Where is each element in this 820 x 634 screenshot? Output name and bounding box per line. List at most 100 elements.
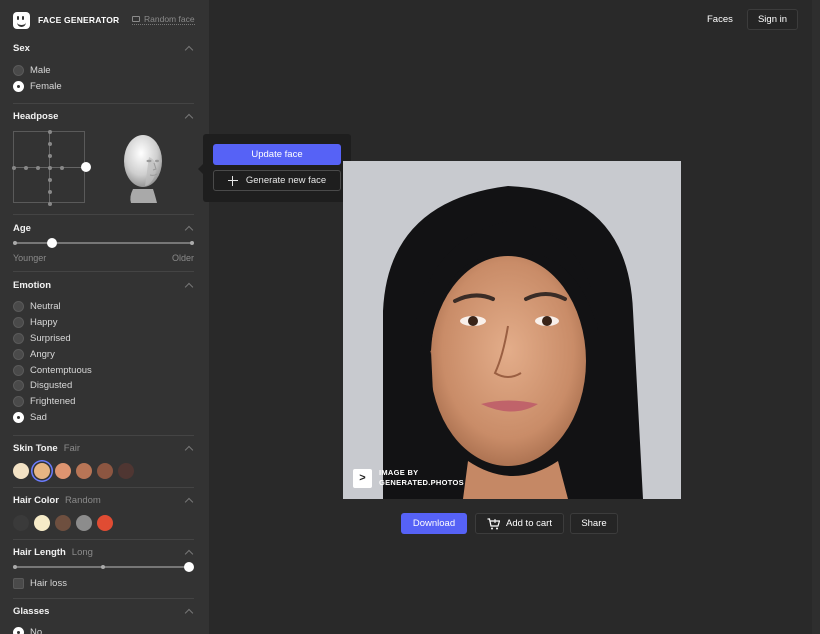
emotion-option-sad[interactable]: Sad (13, 410, 194, 426)
option-label: Sad (30, 411, 47, 423)
radio-button[interactable] (13, 364, 24, 376)
headpose-handle[interactable] (81, 162, 91, 172)
hair-length-title: Hair Length (13, 546, 66, 558)
emotion-option-disgusted[interactable]: Disgusted (13, 378, 194, 394)
sign-in-button[interactable]: Sign in (747, 9, 798, 30)
radio-button[interactable] (13, 396, 24, 408)
option-label: Happy (30, 317, 58, 329)
sex-header[interactable]: Sex (13, 41, 194, 55)
page-scrollbar[interactable] (812, 0, 820, 634)
color-swatch[interactable] (55, 463, 71, 479)
skin-tone-header[interactable]: Skin Tone Fair (13, 441, 194, 455)
age-slider[interactable] (13, 237, 194, 249)
sex-option-female[interactable]: Female (13, 79, 194, 95)
option-label: Surprised (30, 332, 71, 344)
checkbox[interactable] (13, 578, 24, 590)
color-swatch[interactable] (118, 463, 134, 479)
radio-button[interactable] (13, 65, 24, 77)
slider-thumb[interactable] (47, 238, 58, 248)
emotion-option-surprised[interactable]: Surprised (13, 331, 194, 347)
share-button[interactable]: Share (570, 513, 618, 534)
headpose-header[interactable]: Headpose (13, 109, 194, 123)
hair-length-section: Hair Length Long Hair loss (13, 545, 194, 592)
add-to-cart-label: Add to cart (506, 518, 552, 529)
chevron-up-icon (184, 549, 194, 558)
age-min-label: Younger (13, 253, 47, 263)
grid-dot (36, 166, 40, 170)
generated-photos-logo-icon: > (353, 468, 372, 488)
skin-tone-section: Skin Tone Fair (13, 441, 194, 479)
age-slider-labels: Younger Older (13, 253, 194, 263)
radio-button[interactable] (13, 380, 24, 392)
color-swatch[interactable] (76, 515, 92, 531)
random-face-link[interactable]: Random face (132, 14, 195, 25)
hair-color-header[interactable]: Hair Color Random (13, 493, 194, 507)
glasses-option-no[interactable]: No (13, 625, 194, 634)
face-illustration (343, 161, 681, 499)
face-logo-icon (13, 11, 30, 29)
emotion-header[interactable]: Emotion (13, 278, 194, 292)
update-face-button[interactable]: Update face (213, 144, 341, 165)
color-swatch[interactable] (76, 463, 92, 479)
emotion-option-frightened[interactable]: Frightened (13, 394, 194, 410)
glasses-section: Glasses No (13, 604, 194, 634)
hair-color-title: Hair Color (13, 494, 59, 506)
emotion-section: Emotion Neutral Happy Surprised Angry Co… (13, 278, 194, 425)
hair-color-swatches (13, 515, 194, 531)
glasses-header[interactable]: Glasses (13, 604, 194, 618)
download-button[interactable]: Download (401, 513, 467, 534)
radio-button[interactable] (13, 301, 24, 313)
grid-dot (48, 202, 52, 206)
hair-length-slider[interactable] (13, 561, 194, 573)
headpose-grid[interactable] (12, 130, 91, 206)
color-swatch[interactable] (13, 515, 29, 531)
radio-button[interactable] (13, 317, 24, 329)
slider-stop (13, 565, 17, 569)
watermark-line2: GENERATED.PHOTOS (379, 478, 464, 487)
hair-loss-option[interactable]: Hair loss (13, 576, 194, 592)
age-header[interactable]: Age (13, 221, 194, 235)
divider (13, 271, 194, 272)
headpose-title: Headpose (13, 110, 59, 122)
brand[interactable]: FACE GENERATOR (13, 11, 119, 29)
grid-dot (48, 130, 52, 134)
chevron-up-icon (184, 445, 194, 454)
emotion-option-angry[interactable]: Angry (13, 346, 194, 362)
radio-button[interactable] (13, 332, 24, 344)
slider-stop (13, 241, 17, 245)
nav-faces-link[interactable]: Faces (707, 14, 733, 25)
color-swatch[interactable] (55, 515, 71, 531)
radio-button-selected[interactable] (13, 81, 24, 93)
chevron-up-icon (184, 497, 194, 506)
emotion-option-happy[interactable]: Happy (13, 315, 194, 331)
option-label: Angry (30, 348, 55, 360)
option-label: Contemptuous (30, 364, 92, 376)
option-label: No (30, 627, 43, 634)
add-to-cart-button[interactable]: Add to cart (475, 513, 564, 534)
hair-color-section: Hair Color Random (13, 493, 194, 531)
color-swatch[interactable] (13, 463, 29, 479)
update-popup: Update face Generate new face (198, 134, 351, 202)
watermark-text: IMAGE BY GENERATED.PHOTOS (379, 468, 464, 488)
age-section: Age Younger Older (13, 221, 194, 263)
sex-section: Sex Male Female (13, 41, 194, 95)
color-swatch[interactable] (34, 515, 50, 531)
color-swatch[interactable] (97, 463, 113, 479)
hair-length-header[interactable]: Hair Length Long (13, 545, 194, 559)
sex-option-male[interactable]: Male (13, 63, 194, 79)
emotion-title: Emotion (13, 279, 51, 291)
emotion-option-neutral[interactable]: Neutral (13, 299, 194, 315)
skin-tone-value: Fair (63, 442, 81, 454)
slider-thumb[interactable] (184, 562, 194, 572)
option-label: Female (30, 81, 62, 93)
divider (13, 539, 194, 540)
radio-button-selected[interactable] (13, 627, 24, 634)
hair-loss-label: Hair loss (30, 578, 67, 590)
color-swatch[interactable] (97, 515, 113, 531)
radio-button[interactable] (13, 348, 24, 360)
color-swatch[interactable] (34, 463, 50, 479)
generate-new-face-button[interactable]: Generate new face (213, 170, 341, 191)
radio-button-selected[interactable] (13, 411, 24, 423)
age-title: Age (13, 222, 31, 234)
emotion-option-contemptuous[interactable]: Contemptuous (13, 362, 194, 378)
